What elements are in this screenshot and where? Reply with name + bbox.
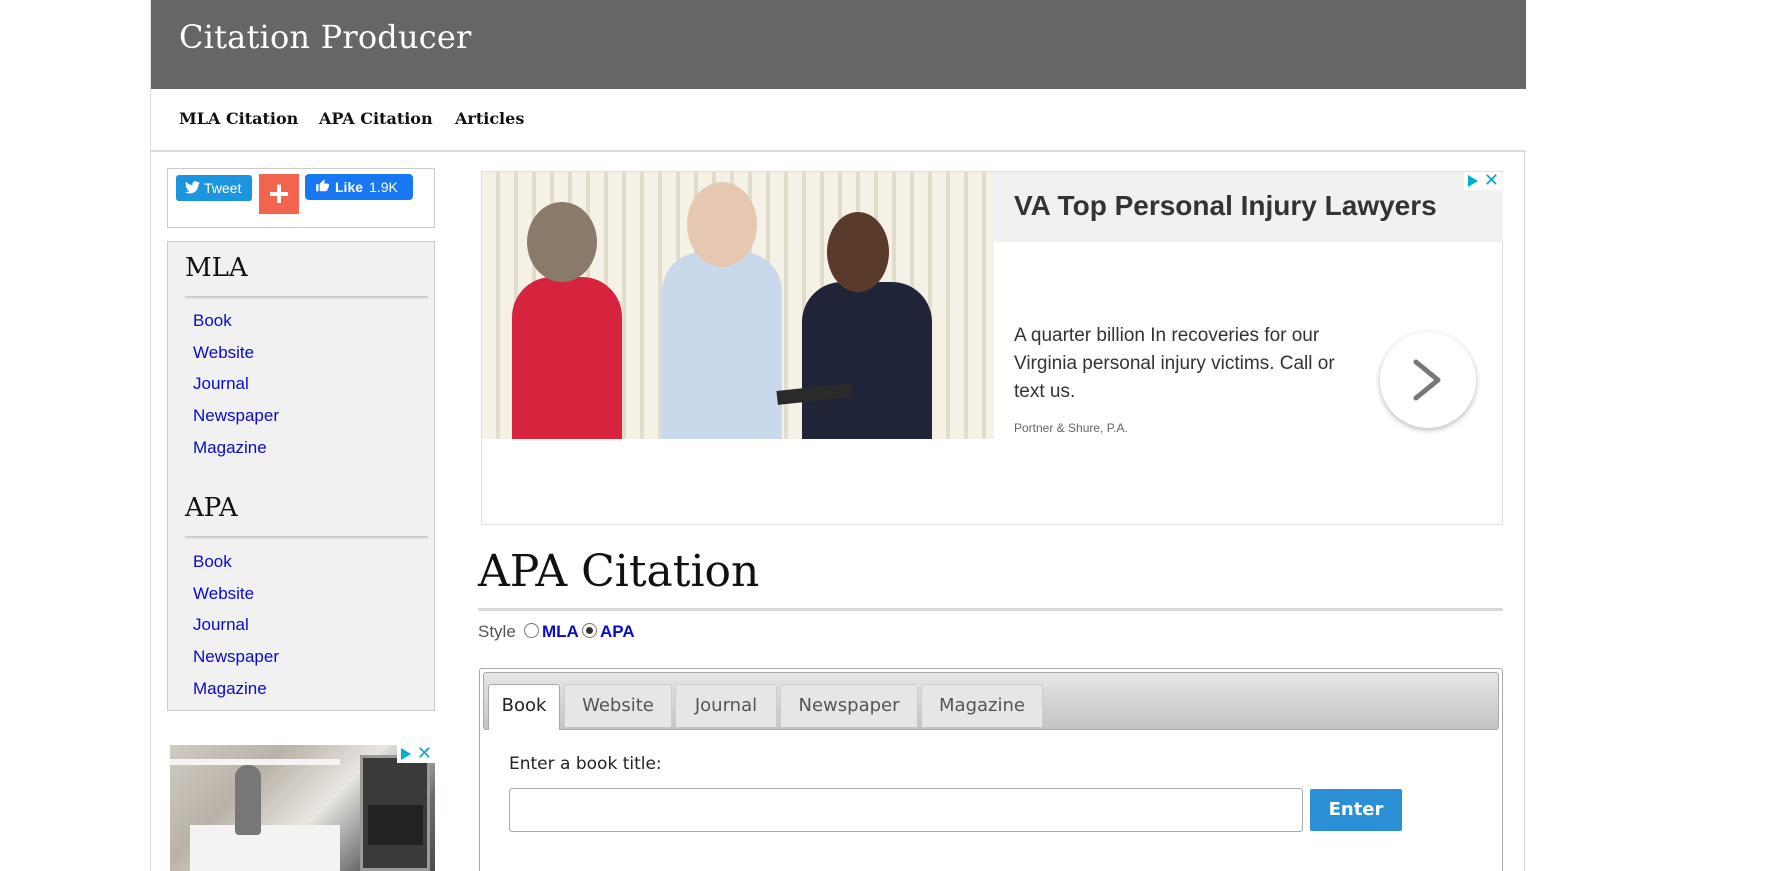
tab-book[interactable]: Book — [488, 684, 560, 730]
sidebar-divider — [185, 536, 428, 539]
tab-journal[interactable]: Journal — [675, 684, 777, 727]
sidebar-mla-newspaper[interactable]: Newspaper — [193, 406, 279, 426]
sidebar-mla-book[interactable]: Book — [193, 311, 232, 331]
tab-website[interactable]: Website — [564, 684, 672, 727]
sidebar-apa-newspaper[interactable]: Newspaper — [193, 647, 279, 667]
ad-figure — [527, 202, 597, 282]
enter-button[interactable]: Enter — [1310, 789, 1402, 831]
sidebar-mla-website[interactable]: Website — [193, 343, 254, 363]
adchoices-badge[interactable]: ✕ — [1464, 170, 1502, 191]
nav-apa-citation[interactable]: APA Citation — [319, 109, 433, 128]
nav-mla-citation[interactable]: MLA Citation — [179, 109, 298, 128]
source-tabs: Book Website Journal Newspaper Magazine — [483, 672, 1499, 730]
book-title-input[interactable] — [509, 788, 1303, 832]
ad-body: A quarter billion In recoveries for our … — [1014, 325, 1335, 402]
twitter-bird-icon — [185, 181, 200, 194]
ad-counter — [190, 825, 340, 871]
sidebar-divider — [185, 296, 428, 299]
ad-shelf — [170, 759, 340, 765]
sidebar-apa-website[interactable]: Website — [193, 584, 254, 604]
tweet-button[interactable]: Tweet — [176, 175, 252, 201]
style-radio-apa-label[interactable]: APA — [600, 622, 635, 642]
page-title: APA Citation — [478, 546, 760, 597]
ad-photo — [482, 172, 994, 439]
style-radio-mla-label[interactable]: MLA — [542, 622, 579, 642]
ad-figure — [802, 282, 932, 439]
thumbs-up-icon — [316, 179, 329, 192]
sidebar-mla-journal[interactable]: Journal — [193, 374, 249, 394]
sidebar-heading-mla: MLA — [185, 253, 248, 283]
close-icon[interactable]: ✕ — [417, 745, 432, 764]
tab-newspaper[interactable]: Newspaper — [780, 684, 918, 727]
share-plus-button[interactable]: + — [259, 174, 299, 214]
book-title-label: Enter a book title: — [509, 754, 662, 774]
ad-figure — [687, 182, 757, 267]
page-container: Citation Producer MLA Citation APA Citat… — [150, 0, 1526, 871]
site-title[interactable]: Citation Producer — [179, 18, 472, 56]
sidebar-heading-apa: APA — [185, 493, 238, 523]
sidebar-mla-magazine[interactable]: Magazine — [193, 438, 267, 458]
sidebar-apa-book[interactable]: Book — [193, 552, 232, 572]
top-nav: MLA Citation APA Citation Articles — [151, 89, 1526, 152]
ad-next-button[interactable] — [1380, 332, 1476, 428]
ad-oven-door — [368, 805, 423, 845]
style-radio-mla[interactable] — [524, 623, 539, 638]
adchoices-icon — [401, 748, 411, 760]
title-divider — [478, 608, 1503, 611]
ad-figure — [662, 252, 782, 439]
sidebar-apa-journal[interactable]: Journal — [193, 615, 249, 635]
facebook-like-button[interactable]: Like 1.9K — [305, 174, 413, 200]
ad-source: Portner & Shure, P.A. — [1014, 421, 1128, 435]
tweet-label: Tweet — [204, 180, 242, 196]
style-radio-apa[interactable] — [582, 623, 597, 638]
tab-magazine[interactable]: Magazine — [921, 684, 1043, 727]
ad-headline[interactable]: VA Top Personal Injury Lawyers — [1014, 190, 1437, 222]
like-label: Like — [335, 179, 364, 195]
citation-panel: Book Website Journal Newspaper Magazine … — [479, 668, 1503, 871]
chevron-right-icon — [1413, 359, 1441, 401]
adchoices-icon — [1468, 175, 1478, 187]
like-count: 1.9K — [369, 179, 398, 195]
site-header: Citation Producer — [151, 0, 1526, 89]
ad-figure — [827, 212, 889, 292]
adchoices-badge[interactable]: ✕ — [397, 745, 435, 763]
banner-ad[interactable]: VA Top Personal Injury Lawyers A quarter… — [481, 170, 1503, 525]
sidebar-apa-magazine[interactable]: Magazine — [193, 679, 267, 699]
style-label: Style — [478, 622, 516, 641]
nav-articles[interactable]: Articles — [455, 109, 524, 128]
ad-person — [235, 765, 261, 835]
sidebar-nav: MLA Book Website Journal Newspaper Magaz… — [167, 241, 435, 711]
social-share-box: Tweet + Like 1.9K — [167, 168, 435, 228]
close-icon[interactable]: ✕ — [1484, 170, 1499, 191]
sidebar-ad-image[interactable]: ✕ — [170, 745, 435, 871]
ad-figure — [512, 277, 622, 439]
